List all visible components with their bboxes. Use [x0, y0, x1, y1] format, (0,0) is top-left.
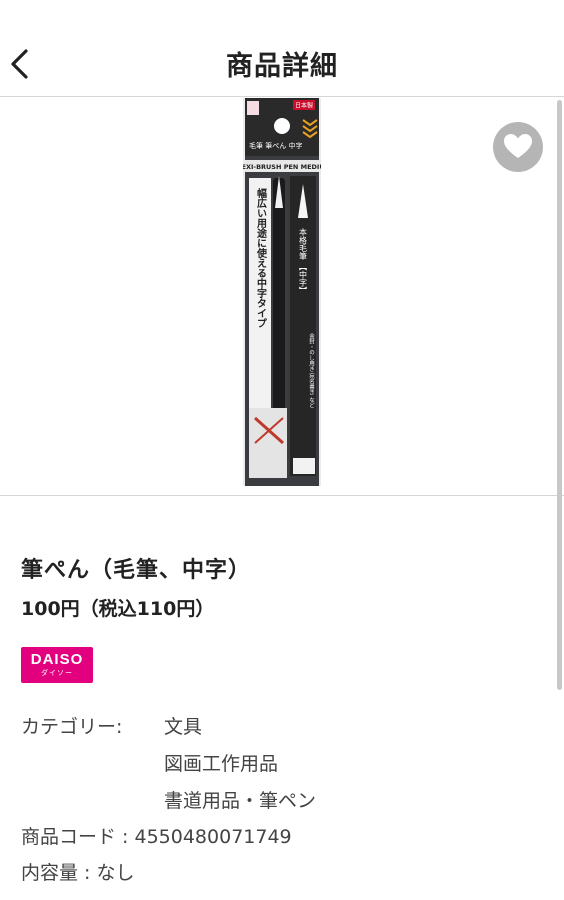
- product-volume: 内容量 : なし: [21, 862, 135, 884]
- logo-text: DAISO: [30, 651, 84, 668]
- favorite-button[interactable]: [493, 122, 543, 172]
- page-title: 商品詳細: [226, 51, 338, 82]
- product-name: 筆ぺん（毛筆、中字）: [21, 558, 252, 583]
- logo-subtext: ダイソー: [41, 669, 73, 677]
- category-list: 文具 図画工作用品 書道用品・筆ペン: [164, 712, 316, 823]
- scrollbar[interactable]: [557, 100, 562, 690]
- heart-icon: [504, 134, 532, 158]
- daiso-logo: DAISO ダイソー: [21, 647, 93, 683]
- product-price: 100円（税込110円）: [21, 598, 215, 620]
- category-item[interactable]: 文具: [164, 712, 316, 749]
- category-label: カテゴリー:: [21, 716, 123, 738]
- category-item[interactable]: 図画工作用品: [164, 749, 316, 786]
- product-image[interactable]: 日本製 毛筆 筆ぺん 中字 FLEXI-BRUSH PEN MEDIUM 幅広い…: [243, 98, 321, 486]
- package-title: 毛筆 筆ぺん 中字: [249, 141, 302, 150]
- category-item[interactable]: 書道用品・筆ペン: [164, 786, 316, 823]
- app-header: 商品詳細: [0, 0, 564, 97]
- made-in-label: 日本製: [295, 102, 313, 110]
- product-code: 商品コード : 4550480071749: [21, 826, 292, 848]
- package-band: FLEXI-BRUSH PEN MEDIUM: [243, 163, 321, 171]
- pen-sub-label: 金封・のし用き 宛名書き など: [308, 332, 315, 408]
- pen-label: 本格毛筆 【中字】: [299, 227, 308, 295]
